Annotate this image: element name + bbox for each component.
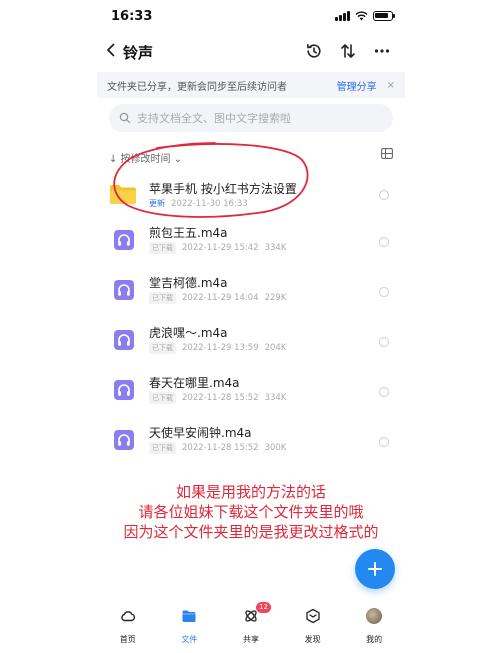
downloaded-badge: 已下载 — [149, 442, 176, 454]
sort-arrows-icon[interactable] — [339, 42, 357, 60]
file-meta: 已下载 2022-11-29 15:42 334K — [149, 242, 286, 254]
caption-line: 请各位姐妹下载这个文件夹里的哦 — [138, 503, 364, 521]
select-radio[interactable] — [379, 287, 389, 297]
avatar — [366, 608, 383, 624]
file-row[interactable]: 堂吉柯德.m4a 已下载 2022-11-29 14:04 229K — [97, 268, 405, 318]
file-size: 334K — [264, 393, 287, 403]
tab-home[interactable]: 首页 — [103, 604, 153, 644]
select-radio[interactable] — [379, 437, 389, 447]
share-banner: 文件夹已分享，更新会同步至后续访问者 管理分享 × — [97, 72, 405, 98]
audio-file-icon — [114, 230, 134, 250]
tab-share[interactable]: 12 共享 — [226, 602, 276, 644]
audio-file-icon — [114, 330, 134, 350]
file-date: 2022-11-29 14:04 — [182, 293, 259, 303]
audio-file-icon — [114, 380, 134, 400]
tab-label: 共享 — [242, 635, 259, 644]
wifi-icon — [355, 11, 368, 21]
file-name: 煎包王五.m4a — [149, 226, 228, 240]
select-radio[interactable] — [379, 387, 389, 397]
sort-row: ↓ 按修改时间 ⌄ — [109, 147, 393, 165]
annotation-caption: 如果是用我的方法的话 请各位姐妹下载这个文件夹里的哦 因为这个文件夹里的是我更改… — [97, 482, 405, 542]
tab-mine[interactable]: 我的 — [349, 604, 399, 644]
audio-file-icon — [114, 280, 134, 300]
discover-cube-icon — [305, 608, 320, 624]
sort-by-modified-dropdown[interactable]: ↓ 按修改时间 ⌄ — [109, 154, 182, 165]
file-date: 2022-11-29 15:42 — [182, 243, 259, 253]
status-indicators — [335, 11, 395, 21]
file-name: 天使早安闹钟.m4a — [149, 426, 252, 440]
back-chevron-icon[interactable] — [103, 42, 119, 58]
search-input[interactable] — [137, 111, 377, 125]
audio-file-icon — [114, 430, 134, 450]
file-name: 春天在哪里.m4a — [149, 376, 240, 390]
search-bar[interactable] — [109, 104, 393, 132]
tab-label: 文件 — [181, 635, 198, 644]
file-size: 229K — [264, 293, 287, 303]
select-radio[interactable] — [379, 337, 389, 347]
file-row[interactable]: 煎包王五.m4a 已下载 2022-11-29 15:42 334K — [97, 218, 405, 268]
close-banner-button[interactable]: × — [387, 80, 395, 91]
tab-files[interactable]: 文件 — [164, 604, 214, 644]
updated-badge: 更新 — [149, 199, 165, 208]
cellular-signal-icon — [335, 11, 350, 21]
select-radio[interactable] — [379, 190, 389, 200]
file-date: 2022-11-28 15:52 — [182, 393, 259, 403]
more-dots-icon[interactable] — [373, 42, 391, 60]
downloaded-badge: 已下载 — [149, 342, 176, 354]
caption-line: 如果是用我的方法的话 — [175, 483, 326, 501]
file-name: 虎浪嘿～.m4a — [149, 326, 228, 340]
page-title: 铃声 — [123, 44, 154, 62]
file-name: 苹果手机 按小红书方法设置 — [149, 182, 297, 196]
file-name: 堂吉柯德.m4a — [149, 276, 228, 290]
downloaded-badge: 已下载 — [149, 392, 176, 404]
file-list: 苹果手机 按小红书方法设置 更新 2022-11-30 16:33 煎包王五.m… — [97, 168, 405, 468]
file-meta: 已下载 2022-11-29 13:59 204K — [149, 342, 286, 354]
folder-icon — [182, 610, 196, 622]
file-date: 2022-11-28 15:52 — [182, 443, 259, 453]
file-row[interactable]: 春天在哪里.m4a 已下载 2022-11-28 15:52 334K — [97, 368, 405, 418]
file-date: 2022-11-30 16:33 — [171, 198, 248, 209]
nav-actions — [305, 42, 391, 60]
file-row[interactable]: 天使早安闹钟.m4a 已下载 2022-11-28 15:52 300K — [97, 418, 405, 468]
file-size: 334K — [264, 243, 287, 253]
file-date: 2022-11-29 13:59 — [182, 343, 259, 353]
list-view-toggle-icon[interactable] — [381, 148, 393, 159]
nav-bar: 铃声 — [97, 36, 405, 66]
select-radio[interactable] — [379, 237, 389, 247]
tab-label: 首页 — [119, 635, 136, 644]
file-meta: 已下载 2022-11-29 14:04 229K — [149, 292, 286, 304]
cloud-icon — [121, 611, 135, 622]
tab-label: 我的 — [366, 635, 383, 644]
downloaded-badge: 已下载 — [149, 292, 176, 304]
tab-discover[interactable]: 发现 — [288, 604, 338, 644]
manage-share-link[interactable]: 管理分享 — [337, 78, 377, 93]
notification-badge: 12 — [255, 602, 271, 613]
file-row[interactable]: 虎浪嘿～.m4a 已下载 2022-11-29 13:59 204K — [97, 318, 405, 368]
status-bar: 16:33 — [97, 0, 405, 30]
history-clock-icon[interactable] — [305, 42, 323, 60]
file-meta: 更新 2022-11-30 16:33 — [149, 198, 248, 209]
folder-icon — [110, 185, 136, 204]
status-time: 16:33 — [111, 9, 153, 24]
downloaded-badge: 已下载 — [149, 242, 176, 254]
file-size: 204K — [264, 343, 287, 353]
caption-line: 因为这个文件夹里的是我更改过格式的 — [123, 523, 379, 541]
tab-label: 发现 — [304, 635, 321, 644]
add-fab-button[interactable] — [355, 549, 395, 589]
file-meta: 已下载 2022-11-28 15:52 300K — [149, 442, 286, 454]
battery-icon — [373, 11, 395, 21]
bottom-tab-bar: 首页 文件 12 共享 发现 我的 — [97, 602, 405, 644]
file-size: 300K — [264, 443, 287, 453]
folder-row[interactable]: 苹果手机 按小红书方法设置 更新 2022-11-30 16:33 — [97, 168, 405, 218]
file-meta: 已下载 2022-11-28 15:52 334K — [149, 392, 286, 404]
share-banner-text: 文件夹已分享，更新会同步至后续访问者 — [107, 81, 287, 93]
phone-screen: 16:33 铃声 文件夹已分享，更新会同步至后续访问者 管理分享 × 支持文档全… — [97, 0, 405, 653]
search-icon — [119, 112, 131, 124]
